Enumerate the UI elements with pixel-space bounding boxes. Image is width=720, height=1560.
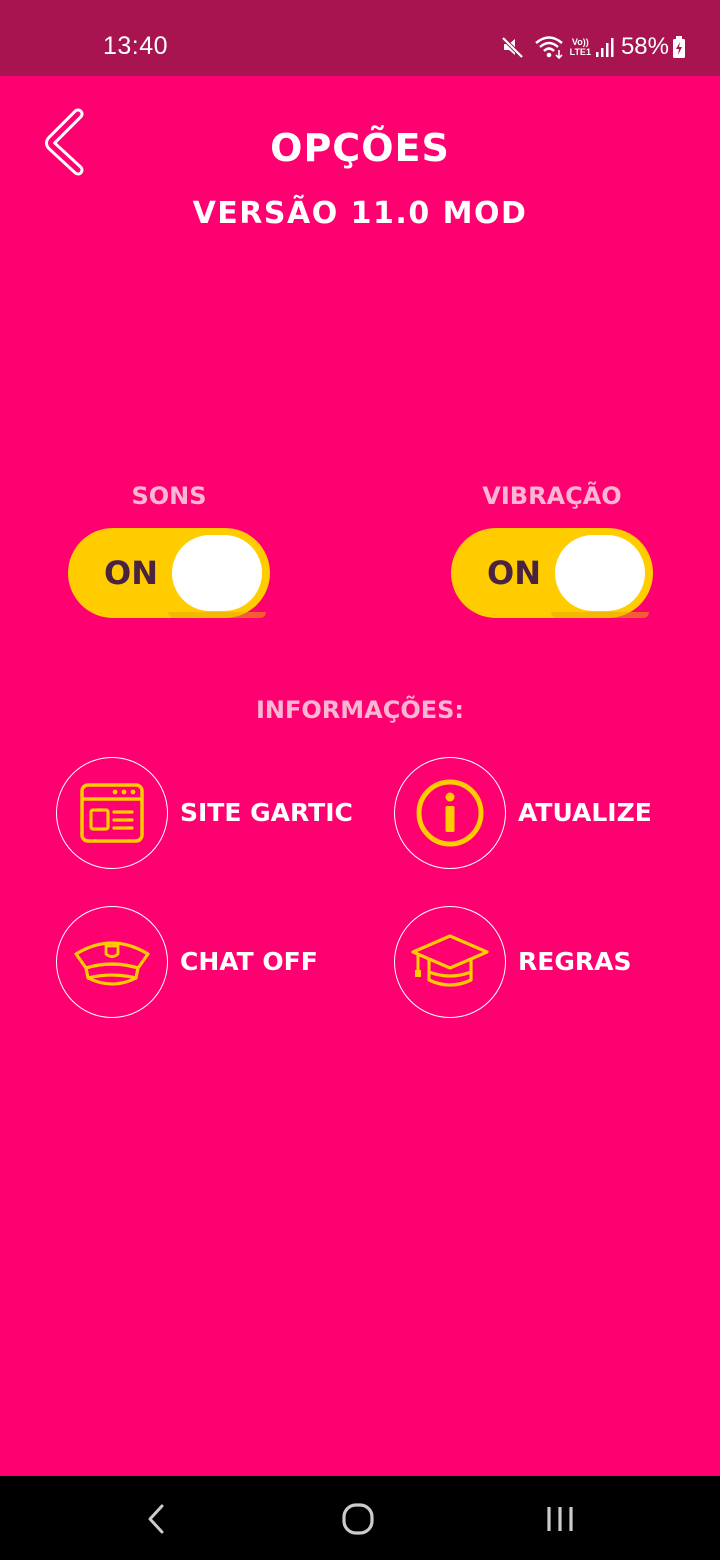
- atualize-label: ATUALIZE: [518, 798, 652, 827]
- back-icon: [148, 1504, 164, 1534]
- home-icon: [342, 1503, 374, 1535]
- nav-back-button[interactable]: [126, 1494, 186, 1544]
- atualize-button[interactable]: ATUALIZE: [394, 757, 694, 871]
- regras-circle: [394, 906, 506, 1018]
- wifi-icon: [534, 34, 564, 60]
- chat-off-button[interactable]: CHAT OFF: [56, 906, 356, 1020]
- sounds-toggle[interactable]: ON: [68, 528, 270, 618]
- chat-off-circle: [56, 906, 168, 1018]
- site-gartic-circle: [56, 757, 168, 869]
- sounds-toggle-state: ON: [104, 554, 158, 592]
- status-time: 13:40: [103, 32, 169, 60]
- signal-icon: [595, 35, 615, 59]
- sounds-toggle-knob: [172, 535, 262, 611]
- mute-icon: [500, 34, 526, 60]
- regras-label: REGRAS: [518, 947, 632, 976]
- regras-button[interactable]: REGRAS: [394, 906, 694, 1020]
- battery-percent: 58%: [620, 33, 669, 60]
- police-cap-icon: [74, 941, 150, 986]
- info-icon: [416, 779, 484, 847]
- vibration-toggle-knob: [555, 535, 645, 611]
- nav-home-button[interactable]: [328, 1494, 388, 1544]
- version-subtitle: VERSÃO 11.0 MOD: [192, 196, 528, 231]
- site-gartic-button[interactable]: SITE GARTIC: [56, 757, 356, 871]
- vibration-toggle[interactable]: ON: [451, 528, 653, 618]
- atualize-circle: [394, 757, 506, 869]
- vibration-label: VIBRAÇÃO: [482, 482, 622, 510]
- nav-recents-button[interactable]: [530, 1494, 590, 1544]
- page-title: OPÇÕES: [270, 126, 450, 170]
- navigation-bar: [0, 1476, 720, 1560]
- volte-icon: Vo)) LTE1: [569, 37, 591, 57]
- battery-icon: [672, 35, 686, 59]
- status-icons: Vo)) LTE1 58%: [500, 31, 686, 63]
- sounds-label: SONS: [131, 482, 207, 510]
- graduation-cap-icon: [411, 934, 489, 987]
- status-bar: 13:40 Vo)) LTE1 58%: [0, 0, 720, 76]
- chat-off-label: CHAT OFF: [180, 947, 318, 976]
- site-gartic-label: SITE GARTIC: [180, 798, 353, 827]
- website-icon: [80, 783, 144, 843]
- info-section-title: INFORMAÇÕES:: [255, 696, 465, 724]
- recents-icon: [547, 1507, 573, 1531]
- vibration-toggle-state: ON: [487, 554, 541, 592]
